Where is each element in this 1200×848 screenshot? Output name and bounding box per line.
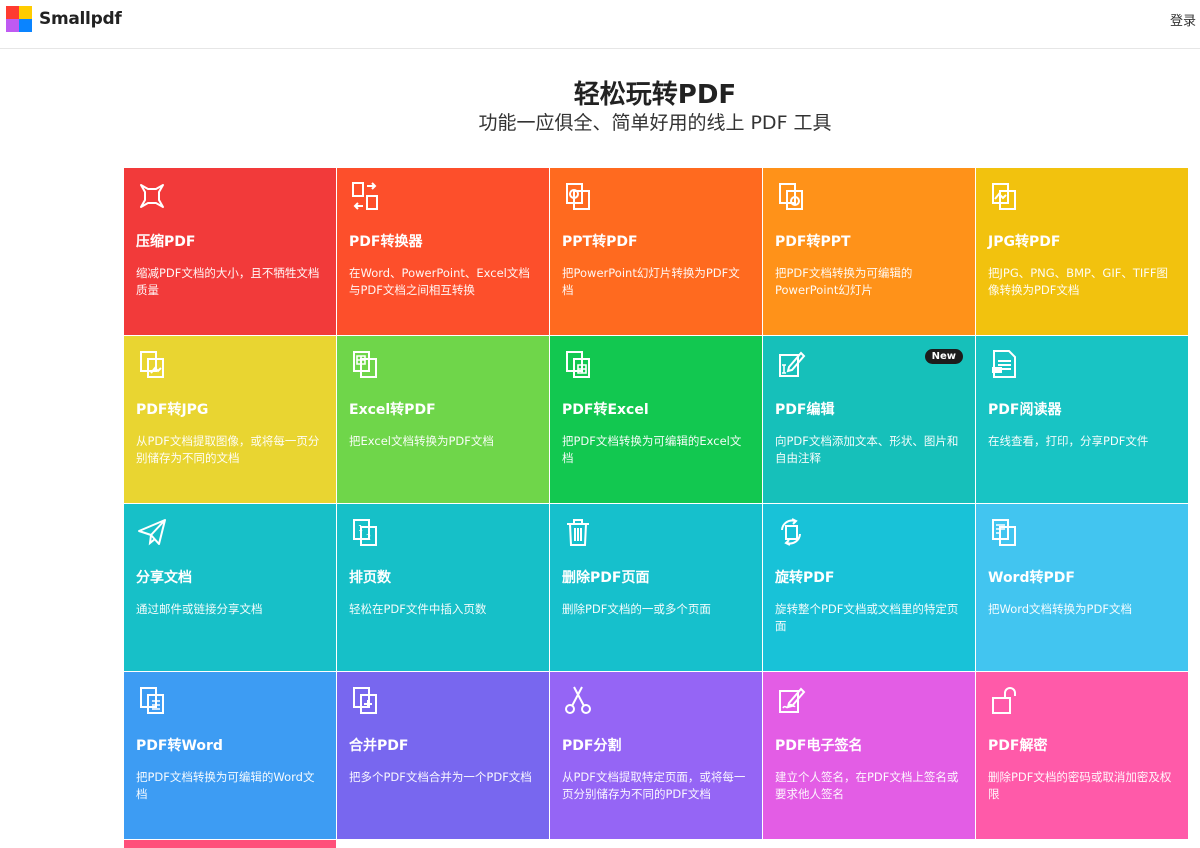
logo-icon xyxy=(6,6,32,32)
tool-tile[interactable]: 压缩PDF 缩减PDF文档的大小，且不牺牲文档质量 xyxy=(124,168,336,335)
tool-name: PDF转JPG xyxy=(136,402,209,418)
tool-tile[interactable]: 合并PDF 把多个PDF文档合并为一个PDF文档 xyxy=(337,672,549,839)
tool-name: PDF分割 xyxy=(562,738,622,754)
tool-tile[interactable]: JPG转PDF 把JPG、PNG、BMP、GIF、TIFF图像转换为PDF文档 xyxy=(976,168,1188,335)
tool-tile[interactable]: PDF转PPT 把PDF文档转换为可编辑的PowerPoint幻灯片 xyxy=(763,168,975,335)
excel-to-pdf-icon xyxy=(349,348,381,380)
unlock-icon xyxy=(988,684,1020,716)
brand-logo[interactable]: Smallpdf xyxy=(6,6,122,32)
tool-name: PDF电子签名 xyxy=(775,738,863,754)
pdf-to-excel-icon xyxy=(562,348,594,380)
tool-tile[interactable]: Excel转PDF 把Excel文档转换为PDF文档 xyxy=(337,336,549,503)
tool-name: PDF转PPT xyxy=(775,234,851,250)
tool-description: 通过邮件或链接分享文档 xyxy=(136,602,263,616)
tool-tile[interactable]: 分享文档通过邮件或链接分享文档 xyxy=(124,504,336,671)
tool-description: 把JPG、PNG、BMP、GIF、TIFF图像转换为PDF文档 xyxy=(988,266,1168,297)
tool-description: 从PDF文档提取图像，或将每一页分别储存为不同的文档 xyxy=(136,434,320,465)
brand-name: Smallpdf xyxy=(39,9,122,29)
tool-name: Word转PDF xyxy=(988,570,1075,586)
new-badge: New xyxy=(924,349,963,364)
tool-name: 合并PDF xyxy=(349,738,409,754)
trash-icon xyxy=(562,516,594,548)
pdf-to-jpg-icon xyxy=(136,348,168,380)
tool-tile[interactable]: Word转PDF 把Word文档转换为PDF文档 xyxy=(976,504,1188,671)
jpg-to-pdf-icon xyxy=(988,180,1020,212)
tool-tile[interactable]: PDF解密删除PDF文档的密码或取消加密及权限 xyxy=(976,672,1188,839)
reader-icon xyxy=(988,348,1020,380)
login-link[interactable]: 登录 xyxy=(1170,10,1196,29)
tool-description: 把Excel文档转换为PDF文档 xyxy=(349,434,494,448)
tool-tile[interactable]: PDF转Excel 把PDF文档转换为可编辑的Excel文档 xyxy=(550,336,762,503)
signature-icon xyxy=(775,684,807,716)
tool-description: 删除PDF文档的密码或取消加密及权限 xyxy=(988,770,1172,801)
tool-tile[interactable]: 删除PDF页面删除PDF文档的一或多个页面 xyxy=(550,504,762,671)
merge-icon xyxy=(349,684,381,716)
tool-description: 缩减PDF文档的大小，且不牺牲文档质量 xyxy=(136,266,320,297)
tool-tile[interactable]: PDF编辑向PDF文档添加文本、形状、图片和自由注释 New xyxy=(763,336,975,503)
tool-name: 删除PDF页面 xyxy=(562,570,650,586)
pdf-to-ppt-icon xyxy=(775,180,807,212)
edit-icon xyxy=(775,348,807,380)
tool-tile[interactable]: PPT转PDF 把PowerPoint幻灯片转换为PDF文档 xyxy=(550,168,762,335)
tool-tile[interactable]: PDF电子签名建立个人签名，在PDF文档上签名或要求他人签名 xyxy=(763,672,975,839)
svg-text:2: 2 xyxy=(366,533,371,542)
tool-description: 删除PDF文档的一或多个页面 xyxy=(562,602,711,616)
page-subtitle: 功能一应俱全、简单好用的线上 PDF 工具 xyxy=(478,112,832,134)
tool-name: PDF转换器 xyxy=(349,234,423,250)
ppt-to-pdf-icon xyxy=(562,180,594,212)
tool-tile[interactable]: PDF转JPG 从PDF文档提取图像，或将每一页分别储存为不同的文档 xyxy=(124,336,336,503)
tool-description: 旋转整个PDF文档或文档里的特定页面 xyxy=(775,602,959,633)
tool-name: PDF解密 xyxy=(988,738,1048,754)
tool-description: 在线查看，打印，分享PDF文件 xyxy=(988,434,1149,448)
page-title: 轻松玩转PDF xyxy=(573,80,737,110)
tool-name: PDF阅读器 xyxy=(988,402,1062,418)
tool-description: 把PDF文档转换为可编辑的Excel文档 xyxy=(562,434,742,465)
tool-grid: 压缩PDF 缩减PDF文档的大小，且不牺牲文档质量 PDF转换器在Word、Powe… xyxy=(124,168,1188,839)
tool-name: 压缩PDF xyxy=(136,234,196,250)
partial-tool-tile[interactable] xyxy=(124,840,336,848)
pdf-to-word-icon xyxy=(136,684,168,716)
tool-name: 排页数 xyxy=(349,570,391,586)
tool-tile[interactable]: PDF分割从PDF文档提取特定页面，或将每一页分别储存为不同的PDF文档 xyxy=(550,672,762,839)
tool-tile[interactable]: PDF阅读器在线查看，打印，分享PDF文件 xyxy=(976,336,1188,503)
tool-name: PPT转PDF xyxy=(562,234,638,250)
word-to-pdf-icon xyxy=(988,516,1020,548)
tool-tile[interactable]: PDF转换器在Word、PowerPoint、Excel文档与PDF文档之间相互… xyxy=(337,168,549,335)
tool-description: 把PDF文档转换为可编辑的Word文档 xyxy=(136,770,315,801)
tool-name: 分享文档 xyxy=(136,570,192,586)
tool-tile[interactable]: PDF转Word 把PDF文档转换为可编辑的Word文档 xyxy=(124,672,336,839)
tool-tile[interactable]: 1 2 排页数轻松在PDF文件中插入页数 xyxy=(337,504,549,671)
converter-icon xyxy=(349,180,381,212)
tool-description: 轻松在PDF文件中插入页数 xyxy=(349,602,487,616)
tool-description: 把PowerPoint幻灯片转换为PDF文档 xyxy=(562,266,740,297)
tool-name: PDF转Excel xyxy=(562,402,649,418)
page-number-icon: 12 xyxy=(349,516,381,548)
top-header: Smallpdf 登录 xyxy=(0,0,1200,49)
rotate-icon xyxy=(775,516,807,548)
tool-name: PDF编辑 xyxy=(775,402,835,418)
tool-name: Excel转PDF xyxy=(349,402,436,418)
tool-name: 旋转PDF xyxy=(775,570,835,586)
tool-description: 把多个PDF文档合并为一个PDF文档 xyxy=(349,770,532,784)
scissors-icon xyxy=(562,684,594,716)
tool-name: JPG转PDF xyxy=(988,234,1061,250)
tool-description: 向PDF文档添加文本、形状、图片和自由注释 xyxy=(775,434,959,465)
tool-description: 在Word、PowerPoint、Excel文档与PDF文档之间相互转换 xyxy=(349,266,530,297)
tool-tile[interactable]: 旋转PDF 旋转整个PDF文档或文档里的特定页面 xyxy=(763,504,975,671)
share-icon xyxy=(136,516,168,548)
tool-description: 从PDF文档提取特定页面，或将每一页分别储存为不同的PDF文档 xyxy=(562,770,746,801)
tool-description: 把Word文档转换为PDF文档 xyxy=(988,602,1132,616)
compress-icon xyxy=(136,180,168,212)
tool-description: 建立个人签名，在PDF文档上签名或要求他人签名 xyxy=(775,770,959,801)
svg-text:1: 1 xyxy=(358,524,363,533)
tool-name: PDF转Word xyxy=(136,738,223,754)
tool-description: 把PDF文档转换为可编辑的PowerPoint幻灯片 xyxy=(775,266,913,297)
